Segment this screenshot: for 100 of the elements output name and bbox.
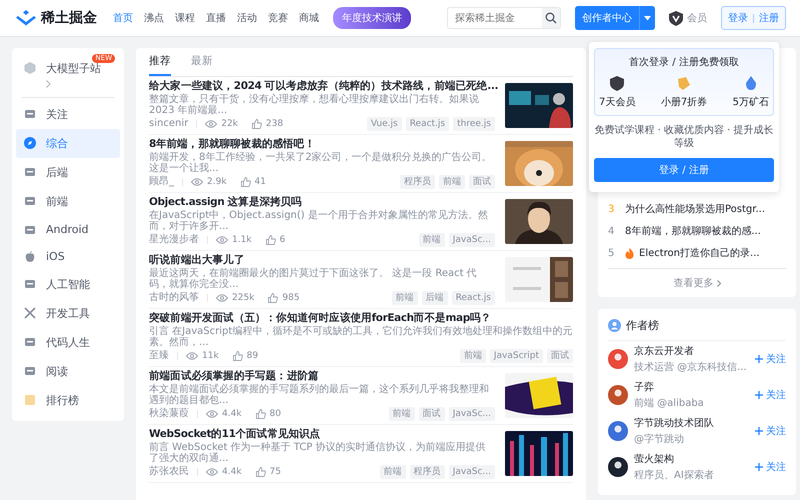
feed-tab[interactable]: 推荐 (149, 48, 171, 76)
sidebar-item[interactable]: 综合 (16, 129, 120, 158)
nav-link[interactable]: 首页 (113, 11, 133, 25)
follow-button[interactable]: 关注 (755, 424, 786, 438)
article-title[interactable]: 前端面试必须掌握的手写题：进阶篇 (149, 370, 495, 383)
avatar[interactable] (608, 457, 628, 477)
crystal-icon (744, 76, 758, 91)
author-name[interactable]: 苏张农民 (149, 466, 189, 478)
author-name[interactable]: sincenir (149, 118, 188, 130)
sidebar-item[interactable]: 关注 (16, 100, 120, 129)
sidebar-item[interactable]: 前端 (16, 187, 120, 216)
like-count: 80 (270, 408, 281, 420)
sidebar-item[interactable]: 后端 (16, 158, 120, 187)
follow-button[interactable]: 关注 (755, 388, 786, 402)
nav-link[interactable]: 课程 (175, 11, 195, 25)
rank-number: 4 (608, 226, 616, 236)
hot-article[interactable]: 5 Electron打造你自己的录... (608, 242, 786, 264)
like-count: 6 (280, 234, 286, 246)
creator-center-button[interactable]: 创作者中心 (575, 6, 639, 30)
nav-link[interactable]: 直播 (206, 11, 226, 25)
thumbs-up-icon (240, 177, 251, 187)
plus-icon (755, 391, 763, 399)
follow-button[interactable]: 关注 (755, 460, 786, 474)
feed-tab[interactable]: 最新 (191, 48, 213, 76)
tag[interactable]: 前端 (380, 465, 406, 479)
eye-icon (216, 236, 228, 244)
tools-icon (24, 307, 36, 319)
author-name[interactable]: 字节跳动技术团队 (634, 416, 749, 430)
hot-article[interactable]: 4 8年前端，那就聊聊被裁的感... (608, 220, 786, 242)
sidebar-item[interactable]: iOS (16, 243, 120, 270)
tag[interactable]: 前端 (392, 291, 418, 305)
article-title[interactable]: 突破前端开发面试（五）：你知道何时应该使用forEach而不是map吗？ (149, 312, 573, 325)
author-rank-title: 作者榜 (626, 318, 659, 333)
view-count: 2.9k (207, 176, 227, 188)
author-description: 前端 @alibaba (634, 396, 705, 410)
author-name[interactable]: 京东云开发者 (634, 344, 749, 358)
author-description: @字节跳动 (634, 432, 685, 446)
login-button[interactable]: 登录 / 注册 (594, 158, 774, 182)
sidebar-item[interactable]: 排行榜 (16, 386, 120, 415)
follow-button[interactable]: 关注 (755, 352, 786, 366)
tag[interactable]: JavaScript (490, 349, 543, 363)
author-name[interactable]: 子弈 (634, 380, 749, 394)
author-description: 技术运营 @京东科技信... (634, 360, 748, 374)
search-icon (545, 12, 557, 24)
shield-icon (610, 76, 624, 91)
tag[interactable]: 程序员 (410, 465, 445, 479)
tag[interactable]: React.js (406, 117, 450, 131)
logo-text[interactable]: 稀土掘金 (41, 9, 97, 27)
benefits-text: 免费试学课程 · 收藏优质内容 · 提升成长等级 (594, 124, 774, 150)
search-field[interactable]: 探索稀土掘金 (447, 7, 561, 29)
author-name[interactable]: 星光漫步者 (149, 234, 199, 246)
sidebar-item[interactable]: 人工智能 (16, 270, 120, 299)
tag[interactable]: 前端 (439, 175, 465, 189)
sidebar-item[interactable]: Android (16, 216, 120, 243)
sidebar-item[interactable]: 开发工具 (16, 299, 120, 328)
eye-icon (206, 468, 218, 476)
apple-icon (24, 251, 36, 263)
tag[interactable]: 面试 (418, 407, 445, 421)
article-title[interactable]: 给大家一些建议，2024 可以考虑放弃（纯粹的）技术路线，前端已死绝... (149, 80, 495, 93)
tag[interactable]: 面试 (469, 175, 495, 189)
tag[interactable]: 后端 (422, 291, 448, 305)
perk-label: 5万矿石 (732, 96, 769, 109)
author-name[interactable]: 至臻 (149, 350, 169, 362)
login-link[interactable]: 登录 (728, 11, 748, 25)
article-title[interactable]: WebSocket的11个面试常见知识点 (149, 428, 495, 441)
see-more-link[interactable]: 查看更多 (608, 269, 786, 295)
tag[interactable]: 前端 (388, 407, 415, 421)
author-name[interactable]: 萤火架构 (634, 452, 749, 466)
tag[interactable]: React.js (452, 291, 495, 305)
tag[interactable]: three.js (453, 117, 495, 131)
tag[interactable]: 前端 (460, 349, 486, 363)
sidebar-item[interactable]: 阅读 (16, 357, 120, 386)
tag[interactable]: 程序员 (400, 175, 435, 189)
sidebar-label: 阅读 (46, 364, 68, 379)
author-name[interactable]: 古时的风筝 (149, 292, 199, 304)
tag[interactable]: JavaSc... (448, 465, 495, 479)
tag[interactable]: 前端 (418, 233, 445, 247)
hot-article[interactable]: 3 为什么高性能场景选用Postgr... (608, 198, 786, 220)
article-title[interactable]: Object.assign 这算是深拷贝吗 (149, 196, 495, 209)
vip-link[interactable]: 会员 (687, 11, 707, 25)
nav-link[interactable]: 活动 (237, 11, 257, 25)
tag[interactable]: JavaSc... (448, 233, 495, 247)
article-title[interactable]: 8年前端，那就聊聊被裁的感悟吧！ (149, 138, 495, 151)
promo-button[interactable]: 年度技术演讲 (333, 7, 411, 29)
article-title[interactable]: 听说前端出大事儿了 (149, 254, 495, 267)
tag[interactable]: JavaSc... (448, 407, 495, 421)
register-link[interactable]: 注册 (759, 11, 779, 25)
like-count: 89 (246, 350, 258, 362)
search-button[interactable] (542, 8, 560, 28)
nav-link[interactable]: 商城 (299, 11, 319, 25)
nav-link[interactable]: 竞赛 (268, 11, 288, 25)
tag[interactable]: Vue.js (366, 117, 402, 131)
author-name[interactable]: 秋染蒹葭 (149, 408, 189, 420)
sidebar-item[interactable]: 代码人生 (16, 328, 120, 357)
nav-link[interactable]: 沸点 (144, 11, 164, 25)
dropdown-button[interactable] (639, 6, 655, 30)
article-summary: 引言 在JavaScript编程中，循环是不可或缺的工具，它们允许我们有效地处理和操作数组中的元素。然而，... (149, 326, 573, 348)
view-count: 4.4k (222, 466, 242, 478)
author-name[interactable]: 顾昂_ (149, 176, 174, 188)
tag[interactable]: 面试 (547, 349, 573, 363)
